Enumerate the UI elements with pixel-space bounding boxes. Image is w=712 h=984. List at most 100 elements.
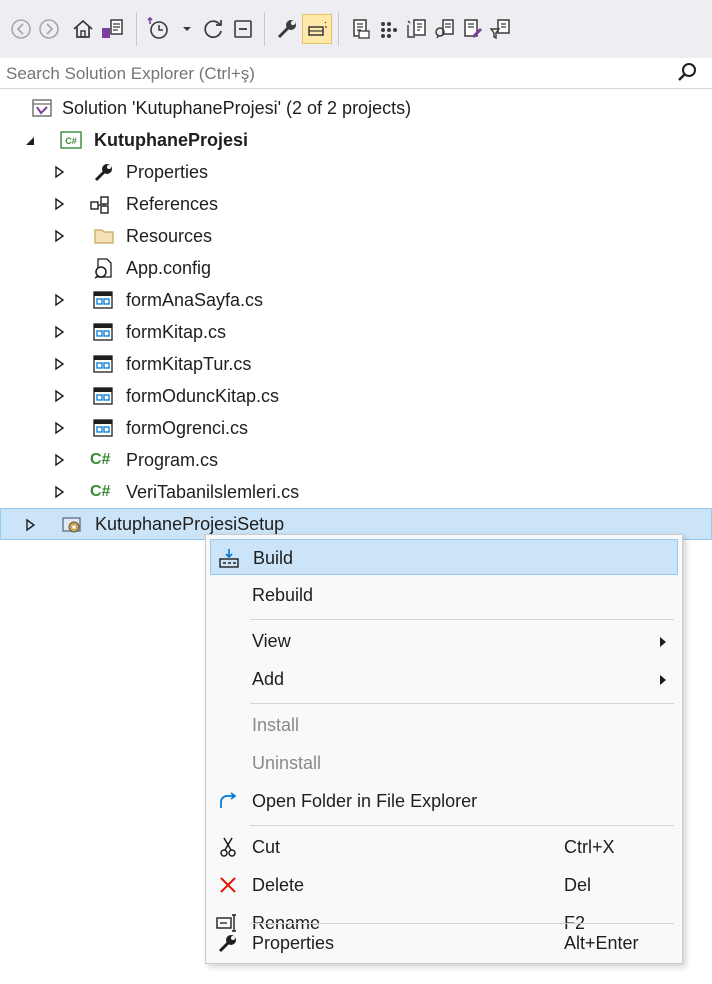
menu-item-label: Add [252,669,285,689]
search-icon[interactable] [676,60,700,84]
form-icon [93,387,113,405]
form-icon [93,323,113,341]
collapsed-arrow-icon[interactable] [52,229,66,243]
menu-item-add[interactable]: Add [210,661,678,697]
menu-separator [250,923,674,924]
menu-item-uninstall: Uninstall [210,745,678,781]
collapsed-arrow-icon[interactable] [52,485,66,499]
build-icon [217,546,241,570]
expanded-arrow-icon[interactable] [23,134,37,148]
menu-separator [250,825,674,826]
tree-node-form[interactable]: formAnaSayfa.cs [0,284,712,316]
collapsed-arrow-icon[interactable] [52,325,66,339]
folder-icon [94,229,114,244]
project-label: KutuphaneProjesi [94,129,249,150]
collapsed-arrow-icon[interactable] [52,197,66,211]
form-icon [93,355,113,373]
tree-node-csharp-file[interactable]: C# VeriTabanilslemleri.cs [0,476,712,508]
tree-node-form[interactable]: formOgrenci.cs [0,412,712,444]
collapsed-arrow-icon[interactable] [52,421,66,435]
view-code-icon[interactable] [374,14,404,44]
tree-node-app-config[interactable]: App.config [0,252,712,284]
view-class-diagram-icon[interactable] [430,14,460,44]
csharp-file-icon: C# [90,483,111,500]
menu-item-label: View [252,631,291,651]
menu-item-label: Build [253,548,294,568]
menu-item-shortcut: Del [564,875,592,895]
config-file-icon [94,258,112,279]
scissors-icon [216,835,240,859]
wrench-icon [94,164,112,182]
menu-item-shortcut: Alt+Enter [564,933,639,953]
menu-item-install: Install [210,707,678,743]
tree-item-label: formAnaSayfa.cs [126,289,264,310]
tree-item-label: formKitapTur.cs [126,353,252,374]
form-icon [93,291,113,309]
form-icon [93,419,113,437]
submenu-arrow-icon [660,675,666,685]
menu-item-label: Properties [252,933,335,953]
menu-item-label: Delete [252,875,305,895]
menu-item-label: Install [252,715,300,735]
svg-text:C#: C# [65,136,77,146]
pending-changes-dropdown-icon[interactable] [178,14,196,44]
collapsed-arrow-icon[interactable] [52,293,66,307]
tree-item-label: formOduncKitap.cs [126,385,280,406]
tree-node-resources[interactable]: Resources [0,220,712,252]
collapsed-arrow-icon[interactable] [52,389,66,403]
open-folder-arrow-icon [216,789,240,813]
menu-item-delete[interactable]: Delete Del [210,867,678,903]
tree-node-form[interactable]: formKitapTur.cs [0,348,712,380]
submenu-arrow-icon [660,637,666,647]
pending-changes-filter-icon[interactable] [144,14,178,44]
tree-item-label: Resources [126,225,213,246]
tree-item-label: formOgrenci.cs [126,417,249,438]
solution-explorer-toolbar [0,0,712,59]
search-input[interactable] [4,61,648,87]
collapse-all-icon[interactable] [228,14,258,44]
tree-node-form[interactable]: formOduncKitap.cs [0,380,712,412]
tree-item-label: formKitap.cs [126,321,227,342]
wrench-icon [216,931,240,955]
collapsed-arrow-icon[interactable] [52,453,66,467]
solution-label: Solution 'KutuphaneProjesi' (2 of 2 proj… [62,97,412,118]
show-all-files-icon[interactable] [346,14,376,44]
tree-item-label: App.config [126,257,212,278]
tree-item-label: Properties [126,161,209,182]
menu-item-properties[interactable]: Properties Alt+Enter [210,925,678,961]
references-icon [90,196,109,214]
tree-node-project[interactable]: C# KutuphaneProjesi [0,124,712,156]
preview-selected-items-icon[interactable] [302,14,332,44]
menu-item-open-folder[interactable]: Open Folder in File Explorer [210,783,678,819]
menu-item-label: Open Folder in File Explorer [252,791,478,811]
menu-item-label: Cut [252,837,281,857]
tree-node-solution[interactable]: Solution 'KutuphaneProjesi' (2 of 2 proj… [0,92,712,124]
menu-item-view[interactable]: View [210,623,678,659]
switch-views-icon[interactable] [98,14,128,44]
back-icon[interactable] [6,14,36,44]
setup-project-label: KutuphaneProjesiSetup [95,513,285,534]
setup-project-icon [62,517,81,533]
tree-node-properties[interactable]: Properties [0,156,712,188]
tree-node-csharp-file[interactable]: C# Program.cs [0,444,712,476]
forward-icon[interactable] [34,14,64,44]
home-icon[interactable] [68,14,98,44]
edit-icon[interactable] [458,14,488,44]
menu-item-cut[interactable]: Cut Ctrl+X [210,829,678,865]
delete-x-icon [216,873,240,897]
tree-item-label: VeriTabanilslemleri.cs [126,481,300,502]
collapsed-arrow-icon[interactable] [52,357,66,371]
csharp-file-icon: C# [90,451,111,468]
properties-icon[interactable] [272,14,302,44]
collapsed-arrow-icon[interactable] [52,165,66,179]
menu-separator [250,703,674,704]
tree-node-form[interactable]: formKitap.cs [0,316,712,348]
tree-node-references[interactable]: References [0,188,712,220]
filter-icon[interactable] [486,14,516,44]
collapsed-arrow-icon[interactable] [23,518,37,532]
tree-item-label: Program.cs [126,449,219,470]
menu-item-build[interactable]: Build [210,539,678,575]
sync-icon[interactable] [198,14,228,44]
view-designer-icon[interactable] [402,14,432,44]
menu-item-rebuild[interactable]: Rebuild [210,577,678,613]
